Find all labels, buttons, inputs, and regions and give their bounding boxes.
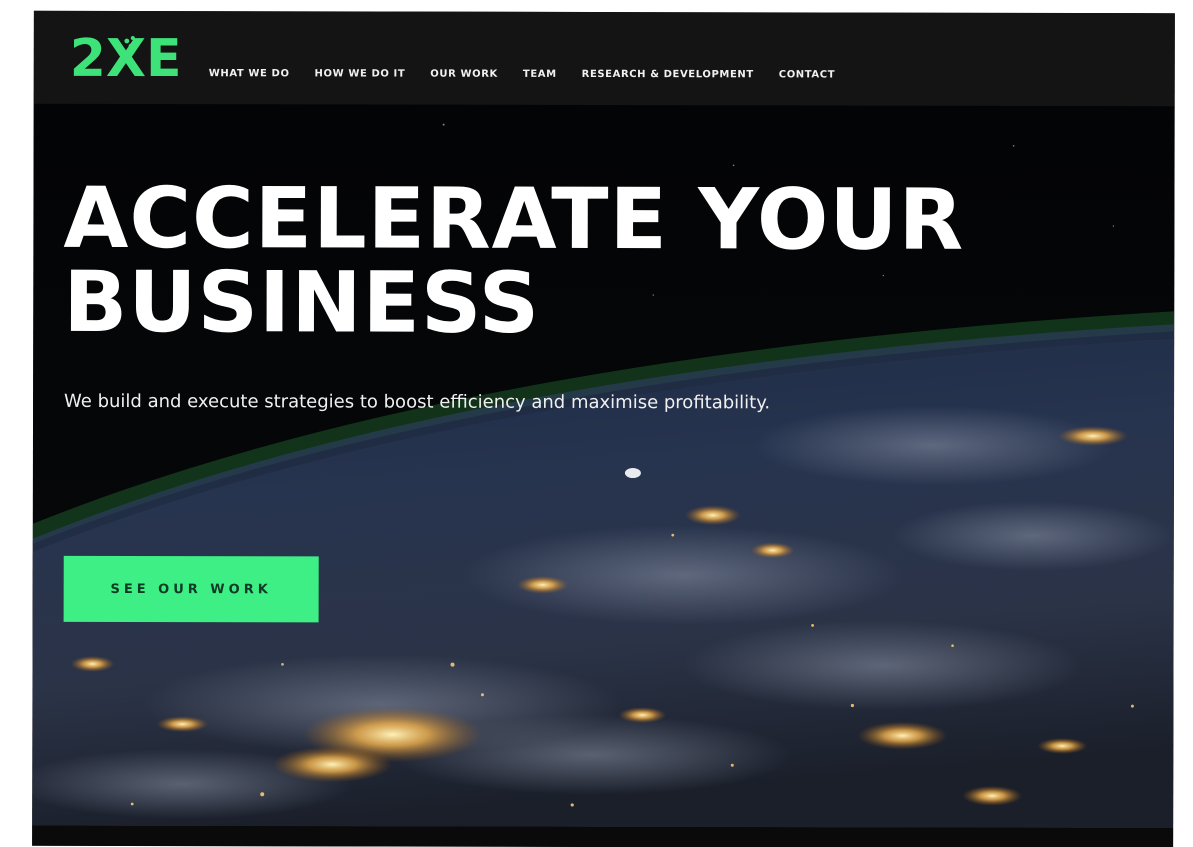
nav-item-contact[interactable]: CONTACT — [779, 69, 835, 80]
top-navbar: 2XE WHAT WE DO HOW WE DO IT OUR WORK TEA… — [33, 10, 1175, 107]
site-logo[interactable]: 2XE — [70, 29, 182, 91]
nav-item-how-we-do-it[interactable]: HOW WE DO IT — [315, 68, 406, 79]
hero-headline-line-1: ACCELERATE YOUR — [63, 168, 965, 269]
hero-subtitle: We build and execute strategies to boost… — [64, 390, 771, 414]
hero-headline: ACCELERATE YOUR BUSINESS — [63, 168, 965, 352]
nav-item-team[interactable]: TEAM — [523, 69, 557, 80]
see-our-work-button[interactable]: SEE OUR WORK — [63, 555, 319, 623]
main-nav: WHAT WE DO HOW WE DO IT OUR WORK TEAM RE… — [209, 68, 860, 80]
browser-viewport: 2XE WHAT WE DO HOW WE DO IT OUR WORK TEA… — [32, 10, 1175, 847]
hero-section: ACCELERATE YOUR BUSINESS We build and ex… — [32, 103, 1175, 829]
logo-dots-icon — [124, 36, 135, 49]
bottom-strip — [32, 825, 1174, 847]
nav-item-research-development[interactable]: RESEARCH & DEVELOPMENT — [582, 69, 754, 80]
nav-item-our-work[interactable]: OUR WORK — [430, 69, 498, 80]
nav-item-what-we-do[interactable]: WHAT WE DO — [209, 68, 290, 79]
hero-headline-line-2: BUSINESS — [63, 252, 541, 352]
